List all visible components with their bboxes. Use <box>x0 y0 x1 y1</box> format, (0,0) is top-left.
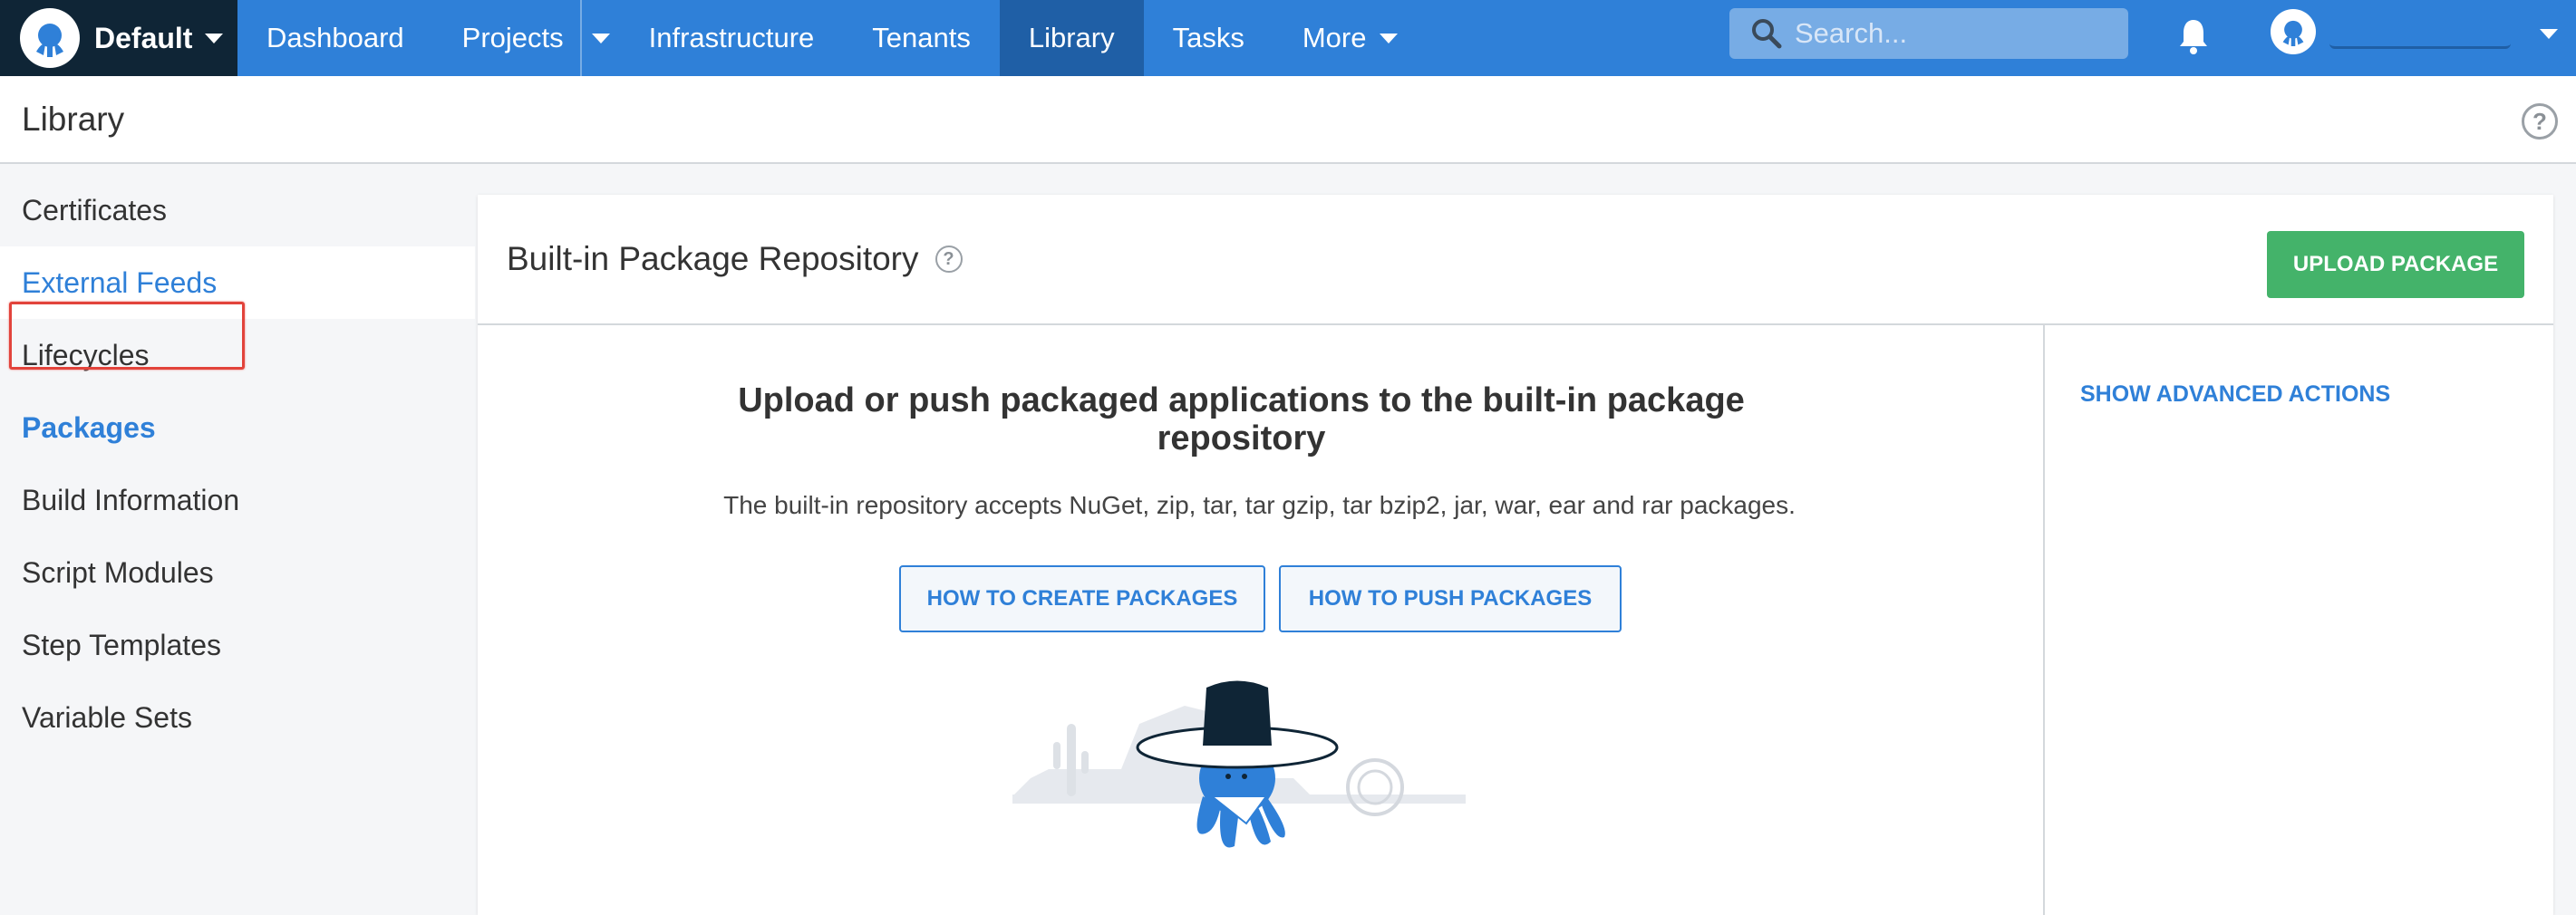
octopus-logo-icon <box>20 8 80 68</box>
nav-infrastructure[interactable]: Infrastructure <box>620 0 844 76</box>
sidebar-item-build-information[interactable]: Build Information <box>0 464 475 536</box>
sidebar-item-step-templates[interactable]: Step Templates <box>0 609 475 681</box>
nav-projects[interactable]: Projects <box>433 0 593 76</box>
sidebar-item-script-modules[interactable]: Script Modules <box>0 536 475 609</box>
page-title: Library <box>22 100 125 138</box>
chevron-down-icon[interactable] <box>2540 29 2558 39</box>
empty-state-title: Upload or push packaged applications to … <box>738 381 1745 458</box>
panel-header: Built-in Package Repository ? UPLOAD PAC… <box>478 195 2553 325</box>
sidebar-item-packages[interactable]: Packages <box>0 391 475 464</box>
sidebar-item-variable-sets[interactable]: Variable Sets <box>0 681 475 754</box>
nav-library[interactable]: Library <box>999 0 1144 76</box>
nav-more[interactable]: More <box>1273 0 1427 76</box>
nav-tenants[interactable]: Tenants <box>843 0 1000 76</box>
projects-dropdown-toggle[interactable] <box>579 0 620 76</box>
how-to-push-packages-button[interactable]: HOW TO PUSH PACKAGES <box>1279 565 1622 632</box>
upload-package-button[interactable]: UPLOAD PACKAGE <box>2267 231 2524 298</box>
search-box[interactable] <box>1729 8 2128 59</box>
help-icon[interactable]: ? <box>2522 103 2558 140</box>
chevron-down-icon <box>591 33 610 43</box>
top-navbar: Default Dashboard Projects Infrastructur… <box>0 0 2576 76</box>
package-repository-panel: Built-in Package Repository ? UPLOAD PAC… <box>478 195 2553 915</box>
chevron-down-icon <box>1379 33 1398 43</box>
advanced-actions-sidebar: SHOW ADVANCED ACTIONS <box>2043 325 2553 915</box>
annotation-highlight-box <box>9 302 245 370</box>
user-name-redacted[interactable] <box>2329 22 2511 49</box>
bell-icon[interactable] <box>2175 16 2212 56</box>
nav-more-label: More <box>1302 22 1367 53</box>
cowboy-octopus-illustration <box>1012 680 1466 848</box>
search-icon <box>1752 19 1782 49</box>
library-sidebar: Certificates External Feeds Lifecycles P… <box>0 164 475 915</box>
search-input[interactable] <box>1795 17 2121 50</box>
user-avatar[interactable] <box>2271 9 2316 54</box>
sidebar-item-certificates[interactable]: Certificates <box>0 174 475 246</box>
page-header: Library ? <box>0 76 2576 164</box>
nav-tasks[interactable]: Tasks <box>1144 0 1273 76</box>
empty-state: Upload or push packaged applications to … <box>478 325 2043 915</box>
chevron-down-icon <box>205 33 224 43</box>
panel-title: Built-in Package Repository <box>507 240 919 277</box>
show-advanced-actions-link[interactable]: SHOW ADVANCED ACTIONS <box>2080 381 2390 408</box>
help-icon[interactable]: ? <box>935 246 963 273</box>
nav-dashboard[interactable]: Dashboard <box>237 0 433 76</box>
how-to-create-packages-button[interactable]: HOW TO CREATE PACKAGES <box>899 565 1265 632</box>
empty-state-subtitle: The built-in repository accepts NuGet, z… <box>723 491 1796 519</box>
space-switcher[interactable]: Default <box>0 0 237 76</box>
space-name: Default <box>94 21 193 54</box>
